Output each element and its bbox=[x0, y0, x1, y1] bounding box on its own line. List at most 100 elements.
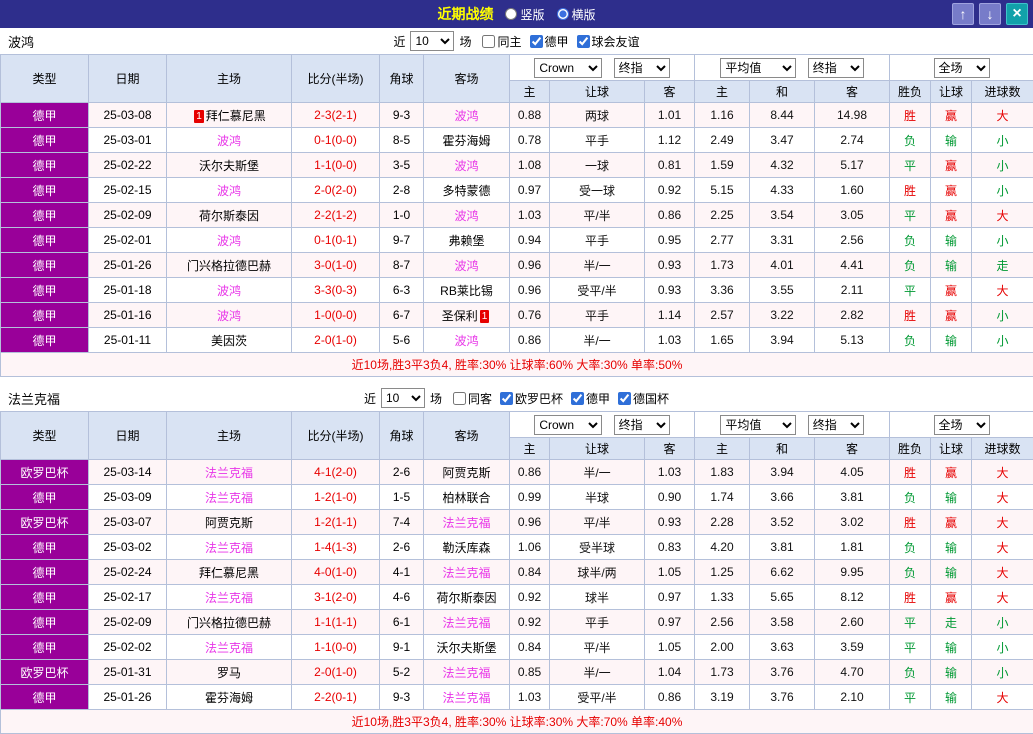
match-score[interactable]: 2-0(1-0) bbox=[292, 328, 380, 353]
team-name[interactable]: 波鸿 bbox=[217, 134, 241, 148]
layout-radio-vertical[interactable]: 竖版 bbox=[505, 6, 544, 23]
match-count-select[interactable]: 10 bbox=[381, 388, 425, 408]
match-score[interactable]: 3-1(2-0) bbox=[292, 585, 380, 610]
team-name[interactable]: RB莱比锡 bbox=[440, 284, 493, 298]
filter-checkbox[interactable]: 德甲 bbox=[571, 390, 610, 407]
match-score[interactable]: 4-0(1-0) bbox=[292, 560, 380, 585]
home-team-cell[interactable]: 1拜仁慕尼黑 bbox=[167, 103, 292, 128]
team-name[interactable]: 法兰克福 bbox=[205, 591, 253, 605]
match-score[interactable]: 2-2(1-2) bbox=[292, 203, 380, 228]
home-team-cell[interactable]: 拜仁慕尼黑 bbox=[167, 560, 292, 585]
team-name[interactable]: 波鸿 bbox=[454, 259, 478, 273]
home-team-cell[interactable]: 阿贾克斯 bbox=[167, 510, 292, 535]
team-name[interactable]: 波鸿 bbox=[454, 334, 478, 348]
match-score[interactable]: 1-2(1-1) bbox=[292, 510, 380, 535]
team-name[interactable]: 法兰克福 bbox=[442, 516, 490, 530]
away-team-cell[interactable]: 弗赖堡 bbox=[424, 228, 510, 253]
team-name[interactable]: 波鸿 bbox=[454, 209, 478, 223]
home-team-cell[interactable]: 波鸿 bbox=[167, 178, 292, 203]
away-team-cell[interactable]: 法兰克福 bbox=[424, 610, 510, 635]
match-score[interactable]: 2-3(2-1) bbox=[292, 103, 380, 128]
match-score[interactable]: 1-1(0-0) bbox=[292, 153, 380, 178]
team-name[interactable]: 法兰克福 bbox=[442, 666, 490, 680]
away-team-cell[interactable]: 荷尔斯泰因 bbox=[424, 585, 510, 610]
away-team-cell[interactable]: 法兰克福 bbox=[424, 560, 510, 585]
filter-checkbox[interactable]: 德国杯 bbox=[618, 390, 669, 407]
match-score[interactable]: 1-2(1-0) bbox=[292, 485, 380, 510]
away-team-cell[interactable]: RB莱比锡 bbox=[424, 278, 510, 303]
home-team-cell[interactable]: 罗马 bbox=[167, 660, 292, 685]
home-team-cell[interactable]: 门兴格拉德巴赫 bbox=[167, 610, 292, 635]
team-name[interactable]: 柏林联合 bbox=[442, 491, 490, 505]
away-team-cell[interactable]: 圣保利1 bbox=[424, 303, 510, 328]
filter-checkbox-input[interactable] bbox=[618, 392, 631, 405]
odds-company-select[interactable]: Crown bbox=[534, 415, 602, 435]
scroll-up-button[interactable]: ↑ bbox=[952, 3, 974, 25]
match-score[interactable]: 1-4(1-3) bbox=[292, 535, 380, 560]
layout-radio-vertical-input[interactable] bbox=[505, 8, 517, 20]
filter-checkbox[interactable]: 同客 bbox=[453, 390, 492, 407]
team-name[interactable]: 霍芬海姆 bbox=[205, 691, 253, 705]
team-name[interactable]: 拜仁慕尼黑 bbox=[199, 566, 259, 580]
team-name[interactable]: 勒沃库森 bbox=[442, 541, 490, 555]
match-score[interactable]: 0-1(0-1) bbox=[292, 228, 380, 253]
team-name[interactable]: 拜仁慕尼黑 bbox=[206, 109, 266, 123]
away-team-cell[interactable]: 沃尔夫斯堡 bbox=[424, 635, 510, 660]
away-team-cell[interactable]: 霍芬海姆 bbox=[424, 128, 510, 153]
away-team-cell[interactable]: 多特蒙德 bbox=[424, 178, 510, 203]
filter-checkbox-input[interactable] bbox=[530, 35, 543, 48]
team-name[interactable]: 波鸿 bbox=[217, 284, 241, 298]
team-name[interactable]: 美因茨 bbox=[211, 334, 247, 348]
filter-checkbox-input[interactable] bbox=[500, 392, 513, 405]
filter-checkbox-input[interactable] bbox=[482, 35, 495, 48]
home-team-cell[interactable]: 波鸿 bbox=[167, 228, 292, 253]
match-score[interactable]: 3-0(1-0) bbox=[292, 253, 380, 278]
team-name[interactable]: 荷尔斯泰因 bbox=[199, 209, 259, 223]
team-name[interactable]: 法兰克福 bbox=[442, 616, 490, 630]
team-name[interactable]: 荷尔斯泰因 bbox=[436, 591, 496, 605]
team-name[interactable]: 法兰克福 bbox=[205, 541, 253, 555]
home-team-cell[interactable]: 法兰克福 bbox=[167, 485, 292, 510]
match-score[interactable]: 4-1(2-0) bbox=[292, 460, 380, 485]
team-name[interactable]: 波鸿 bbox=[454, 109, 478, 123]
away-team-cell[interactable]: 柏林联合 bbox=[424, 485, 510, 510]
filter-checkbox[interactable]: 球会友谊 bbox=[577, 33, 640, 50]
home-team-cell[interactable]: 法兰克福 bbox=[167, 585, 292, 610]
match-score[interactable]: 0-1(0-0) bbox=[292, 128, 380, 153]
away-team-cell[interactable]: 波鸿 bbox=[424, 253, 510, 278]
team-name[interactable]: 法兰克福 bbox=[205, 641, 253, 655]
avg-stage-select[interactable]: 终指 bbox=[808, 415, 864, 435]
scroll-down-button[interactable]: ↓ bbox=[979, 3, 1001, 25]
team-name[interactable]: 阿贾克斯 bbox=[442, 466, 490, 480]
away-team-cell[interactable]: 法兰克福 bbox=[424, 510, 510, 535]
match-score[interactable]: 2-2(0-1) bbox=[292, 685, 380, 710]
close-button[interactable]: × bbox=[1006, 3, 1028, 25]
team-name[interactable]: 波鸿 bbox=[217, 184, 241, 198]
filter-checkbox[interactable]: 同主 bbox=[482, 33, 521, 50]
team-name[interactable]: 沃尔夫斯堡 bbox=[436, 641, 496, 655]
home-team-cell[interactable]: 法兰克福 bbox=[167, 635, 292, 660]
scope-select[interactable]: 全场 bbox=[934, 415, 990, 435]
avg-stage-select[interactable]: 终指 bbox=[808, 58, 864, 78]
match-score[interactable]: 3-3(0-3) bbox=[292, 278, 380, 303]
filter-checkbox-input[interactable] bbox=[571, 392, 584, 405]
home-team-cell[interactable]: 波鸿 bbox=[167, 303, 292, 328]
team-name[interactable]: 法兰克福 bbox=[205, 491, 253, 505]
avg-method-select[interactable]: 平均值 bbox=[720, 58, 796, 78]
team-name[interactable]: 法兰克福 bbox=[205, 466, 253, 480]
team-name[interactable]: 多特蒙德 bbox=[442, 184, 490, 198]
match-score[interactable]: 2-0(2-0) bbox=[292, 178, 380, 203]
away-team-cell[interactable]: 勒沃库森 bbox=[424, 535, 510, 560]
home-team-cell[interactable]: 法兰克福 bbox=[167, 535, 292, 560]
filter-checkbox[interactable]: 欧罗巴杯 bbox=[500, 390, 563, 407]
filter-checkbox-input[interactable] bbox=[577, 35, 590, 48]
away-team-cell[interactable]: 波鸿 bbox=[424, 103, 510, 128]
odds-stage-select[interactable]: 终指 bbox=[614, 415, 670, 435]
team-name[interactable]: 沃尔夫斯堡 bbox=[199, 159, 259, 173]
filter-checkbox-input[interactable] bbox=[453, 392, 466, 405]
team-name[interactable]: 波鸿 bbox=[217, 309, 241, 323]
home-team-cell[interactable]: 美因茨 bbox=[167, 328, 292, 353]
team-name[interactable]: 圣保利 bbox=[442, 309, 478, 323]
away-team-cell[interactable]: 法兰克福 bbox=[424, 660, 510, 685]
team-name[interactable]: 法兰克福 bbox=[442, 566, 490, 580]
